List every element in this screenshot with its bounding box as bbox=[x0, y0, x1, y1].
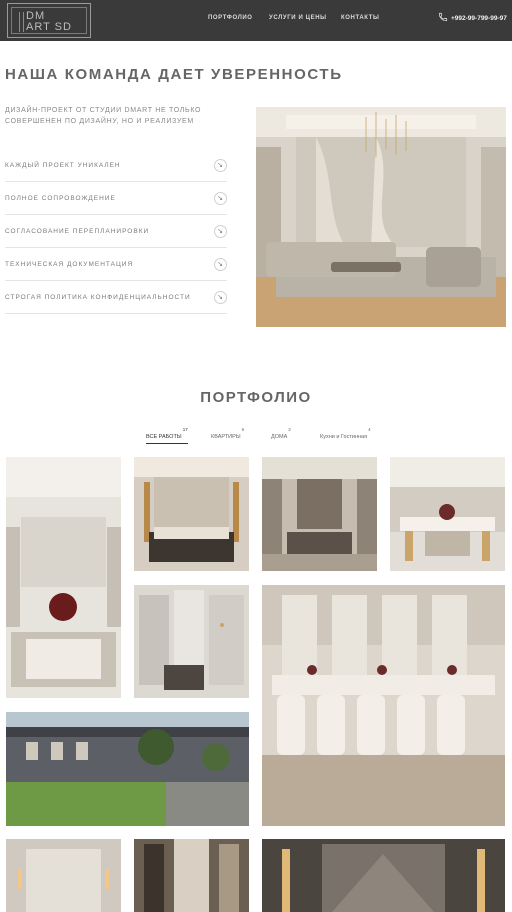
arrow-down-right-icon: ↘ bbox=[214, 191, 227, 205]
feature-label: КАЖДЫЙ ПРОЕКТ УНИКАЛЕН bbox=[5, 161, 121, 169]
arrow-down-right-icon: ↘ bbox=[214, 290, 227, 304]
portfolio-item[interactable] bbox=[262, 839, 505, 912]
feature-label: СОГЛАСОВАНИЕ ПЕРЕПЛАНИРОВКИ bbox=[5, 227, 150, 235]
feature-list: КАЖДЫЙ ПРОЕКТ УНИКАЛЕН ↘ ПОЛНОЕ СОПРОВОЖ… bbox=[5, 149, 227, 314]
feature-item[interactable]: КАЖДЫЙ ПРОЕКТ УНИКАЛЕН ↘ bbox=[5, 149, 227, 182]
tab-label: ДОМА bbox=[271, 433, 288, 440]
tab-apartments[interactable]: КВАРТИРЫ6 bbox=[211, 427, 244, 440]
portfolio-item[interactable] bbox=[390, 457, 505, 571]
feature-item[interactable]: ПОЛНОЕ СОПРОВОЖДЕНИЕ ↘ bbox=[5, 182, 227, 215]
tab-label: КВАРТИРЫ bbox=[211, 433, 241, 440]
lead-text: ДИЗАЙН-ПРОЕКТ ОТ СТУДИИ DMART НЕ ТОЛЬКО … bbox=[5, 107, 202, 125]
feature-item[interactable]: СОГЛАСОВАНИЕ ПЕРЕПЛАНИРОВКИ ↘ bbox=[5, 215, 227, 248]
phone-link[interactable]: +992-99-799-99-97 bbox=[438, 12, 507, 24]
portfolio-item[interactable] bbox=[6, 712, 249, 826]
portfolio-item[interactable] bbox=[134, 585, 249, 698]
tab-houses[interactable]: ДОМА2 bbox=[271, 427, 291, 440]
logo[interactable]: DM ART SD bbox=[7, 3, 91, 38]
site-header: DM ART SD ПОРТФОЛИО УСЛУГИ И ЦЕНЫ КОНТАК… bbox=[0, 0, 512, 41]
arrow-down-right-icon: ↘ bbox=[214, 257, 227, 271]
hero-living-room-image bbox=[256, 107, 506, 327]
portfolio-item[interactable] bbox=[134, 839, 249, 912]
nav-services-prices[interactable]: УСЛУГИ И ЦЕНЫ bbox=[269, 15, 327, 21]
tab-label: Кухни и Гостинная bbox=[320, 433, 368, 440]
phone-number: +992-99-799-99-97 bbox=[451, 14, 507, 22]
feature-label: ТЕХНИЧЕСКАЯ ДОКУМЕНТАЦИЯ bbox=[5, 260, 134, 268]
tab-count: 6 bbox=[241, 427, 245, 432]
portfolio-item[interactable] bbox=[134, 457, 249, 571]
nav-contacts[interactable]: КОНТАКТЫ bbox=[341, 15, 379, 21]
portfolio-item[interactable] bbox=[6, 839, 121, 912]
tab-count: 4 bbox=[368, 427, 371, 432]
arrow-down-right-icon: ↘ bbox=[214, 158, 227, 172]
tab-count: 2 bbox=[288, 427, 291, 432]
logo-line2: ART SD bbox=[26, 21, 72, 33]
tab-count: 17 bbox=[182, 427, 188, 432]
portfolio-item[interactable] bbox=[262, 585, 505, 826]
logo-mark bbox=[19, 12, 24, 32]
tab-kitchens-living[interactable]: Кухни и Гостинная4 bbox=[320, 427, 371, 440]
portfolio-title: ПОРТФОЛИО bbox=[200, 389, 312, 406]
feature-label: СТРОГАЯ ПОЛИТИКА КОНФИДЕНЦИАЛЬНОСТИ bbox=[5, 293, 191, 301]
feature-item[interactable]: СТРОГАЯ ПОЛИТИКА КОНФИДЕНЦИАЛЬНОСТИ ↘ bbox=[5, 281, 227, 314]
arrow-down-right-icon: ↘ bbox=[214, 224, 227, 238]
tab-label: ВСЕ РАБОТЫ bbox=[146, 433, 182, 440]
logo-frame: DM ART SD bbox=[11, 7, 87, 34]
portfolio-item[interactable] bbox=[6, 457, 121, 698]
tab-all-works[interactable]: ВСЕ РАБОТЫ17 bbox=[146, 427, 188, 444]
feature-label: ПОЛНОЕ СОПРОВОЖДЕНИЕ bbox=[5, 194, 116, 202]
nav-portfolio[interactable]: ПОРТФОЛИО bbox=[208, 15, 253, 21]
section-title: НАША КОМАНДА ДАЕТ УВЕРЕННОСТЬ bbox=[5, 66, 343, 83]
feature-item[interactable]: ТЕХНИЧЕСКАЯ ДОКУМЕНТАЦИЯ ↘ bbox=[5, 248, 227, 281]
portfolio-item[interactable] bbox=[262, 457, 377, 571]
phone-icon bbox=[438, 12, 448, 24]
